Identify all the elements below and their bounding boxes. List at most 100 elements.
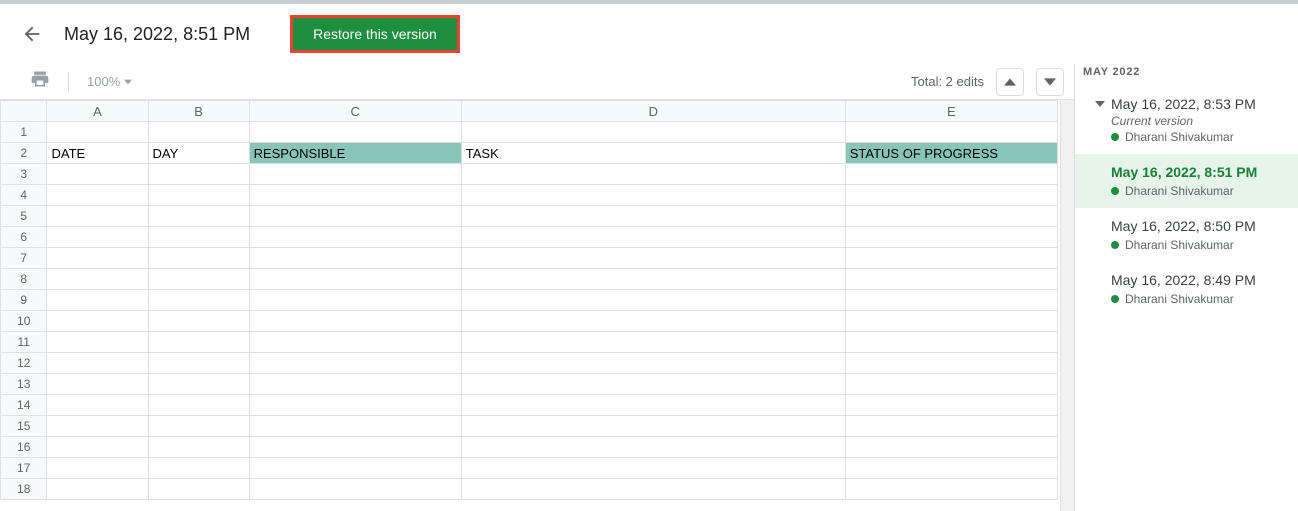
cell-B18[interactable] — [148, 479, 249, 500]
cell-A15[interactable] — [47, 416, 148, 437]
cell-C14[interactable] — [249, 395, 461, 416]
cell-C13[interactable] — [249, 374, 461, 395]
cell-A4[interactable] — [47, 185, 148, 206]
row-header-8[interactable]: 8 — [1, 269, 47, 290]
cell-A18[interactable] — [47, 479, 148, 500]
cell-E17[interactable] — [845, 458, 1057, 479]
cell-C1[interactable] — [249, 122, 461, 143]
version-item-2[interactable]: May 16, 2022, 8:50 PMDharani Shivakumar — [1075, 208, 1298, 262]
zoom-select[interactable]: 100% — [87, 74, 132, 89]
cell-B15[interactable] — [148, 416, 249, 437]
cell-B5[interactable] — [148, 206, 249, 227]
cell-E18[interactable] — [845, 479, 1057, 500]
cell-C15[interactable] — [249, 416, 461, 437]
cell-D2[interactable]: TASK — [461, 143, 845, 164]
cell-B4[interactable] — [148, 185, 249, 206]
cell-D6[interactable] — [461, 227, 845, 248]
cell-E6[interactable] — [845, 227, 1057, 248]
cell-A7[interactable] — [47, 248, 148, 269]
cell-C11[interactable] — [249, 332, 461, 353]
vertical-scrollbar[interactable] — [1060, 100, 1074, 511]
cell-A9[interactable] — [47, 290, 148, 311]
cell-D7[interactable] — [461, 248, 845, 269]
row-header-2[interactable]: 2 — [1, 143, 47, 164]
row-header-7[interactable]: 7 — [1, 248, 47, 269]
column-header-B[interactable]: B — [148, 101, 249, 122]
row-header-16[interactable]: 16 — [1, 437, 47, 458]
cell-C6[interactable] — [249, 227, 461, 248]
cell-B2[interactable]: DAY — [148, 143, 249, 164]
cell-E16[interactable] — [845, 437, 1057, 458]
cell-E8[interactable] — [845, 269, 1057, 290]
cell-D4[interactable] — [461, 185, 845, 206]
row-header-4[interactable]: 4 — [1, 185, 47, 206]
cell-B10[interactable] — [148, 311, 249, 332]
cell-C16[interactable] — [249, 437, 461, 458]
column-header-C[interactable]: C — [249, 101, 461, 122]
row-header-17[interactable]: 17 — [1, 458, 47, 479]
row-header-14[interactable]: 14 — [1, 395, 47, 416]
cell-B6[interactable] — [148, 227, 249, 248]
row-header-11[interactable]: 11 — [1, 332, 47, 353]
version-item-0[interactable]: May 16, 2022, 8:53 PMCurrent versionDhar… — [1075, 86, 1298, 154]
cell-C10[interactable] — [249, 311, 461, 332]
cell-A6[interactable] — [47, 227, 148, 248]
version-item-1[interactable]: May 16, 2022, 8:51 PMDharani Shivakumar — [1075, 154, 1298, 208]
cell-B9[interactable] — [148, 290, 249, 311]
prev-edit-button[interactable] — [996, 68, 1024, 96]
cell-C5[interactable] — [249, 206, 461, 227]
cell-D13[interactable] — [461, 374, 845, 395]
row-header-15[interactable]: 15 — [1, 416, 47, 437]
cell-A8[interactable] — [47, 269, 148, 290]
cell-C18[interactable] — [249, 479, 461, 500]
row-header-13[interactable]: 13 — [1, 374, 47, 395]
cell-A13[interactable] — [47, 374, 148, 395]
column-header-A[interactable]: A — [47, 101, 148, 122]
cell-C3[interactable] — [249, 164, 461, 185]
cell-E4[interactable] — [845, 185, 1057, 206]
cell-A5[interactable] — [47, 206, 148, 227]
row-header-9[interactable]: 9 — [1, 290, 47, 311]
cell-B3[interactable] — [148, 164, 249, 185]
row-header-3[interactable]: 3 — [1, 164, 47, 185]
column-header-D[interactable]: D — [461, 101, 845, 122]
cell-A14[interactable] — [47, 395, 148, 416]
cell-C9[interactable] — [249, 290, 461, 311]
cell-E14[interactable] — [845, 395, 1057, 416]
column-header-E[interactable]: E — [845, 101, 1057, 122]
cell-B16[interactable] — [148, 437, 249, 458]
cell-D11[interactable] — [461, 332, 845, 353]
cell-A11[interactable] — [47, 332, 148, 353]
cell-E3[interactable] — [845, 164, 1057, 185]
corner-cell[interactable] — [1, 101, 47, 122]
cell-B13[interactable] — [148, 374, 249, 395]
next-edit-button[interactable] — [1036, 68, 1064, 96]
cell-E10[interactable] — [845, 311, 1057, 332]
cell-B11[interactable] — [148, 332, 249, 353]
cell-D12[interactable] — [461, 353, 845, 374]
cell-E1[interactable] — [845, 122, 1057, 143]
cell-C17[interactable] — [249, 458, 461, 479]
cell-A10[interactable] — [47, 311, 148, 332]
cell-D16[interactable] — [461, 437, 845, 458]
cell-B8[interactable] — [148, 269, 249, 290]
cell-E2[interactable]: STATUS OF PROGRESS — [845, 143, 1057, 164]
cell-E9[interactable] — [845, 290, 1057, 311]
cell-C12[interactable] — [249, 353, 461, 374]
cell-D3[interactable] — [461, 164, 845, 185]
cell-D10[interactable] — [461, 311, 845, 332]
cell-D17[interactable] — [461, 458, 845, 479]
cell-D18[interactable] — [461, 479, 845, 500]
cell-A1[interactable] — [47, 122, 148, 143]
cell-C8[interactable] — [249, 269, 461, 290]
cell-E12[interactable] — [845, 353, 1057, 374]
cell-E11[interactable] — [845, 332, 1057, 353]
row-header-10[interactable]: 10 — [1, 311, 47, 332]
cell-A2[interactable]: DATE — [47, 143, 148, 164]
cell-E13[interactable] — [845, 374, 1057, 395]
cell-B12[interactable] — [148, 353, 249, 374]
back-button[interactable] — [20, 22, 44, 46]
row-header-1[interactable]: 1 — [1, 122, 47, 143]
cell-D15[interactable] — [461, 416, 845, 437]
cell-B17[interactable] — [148, 458, 249, 479]
